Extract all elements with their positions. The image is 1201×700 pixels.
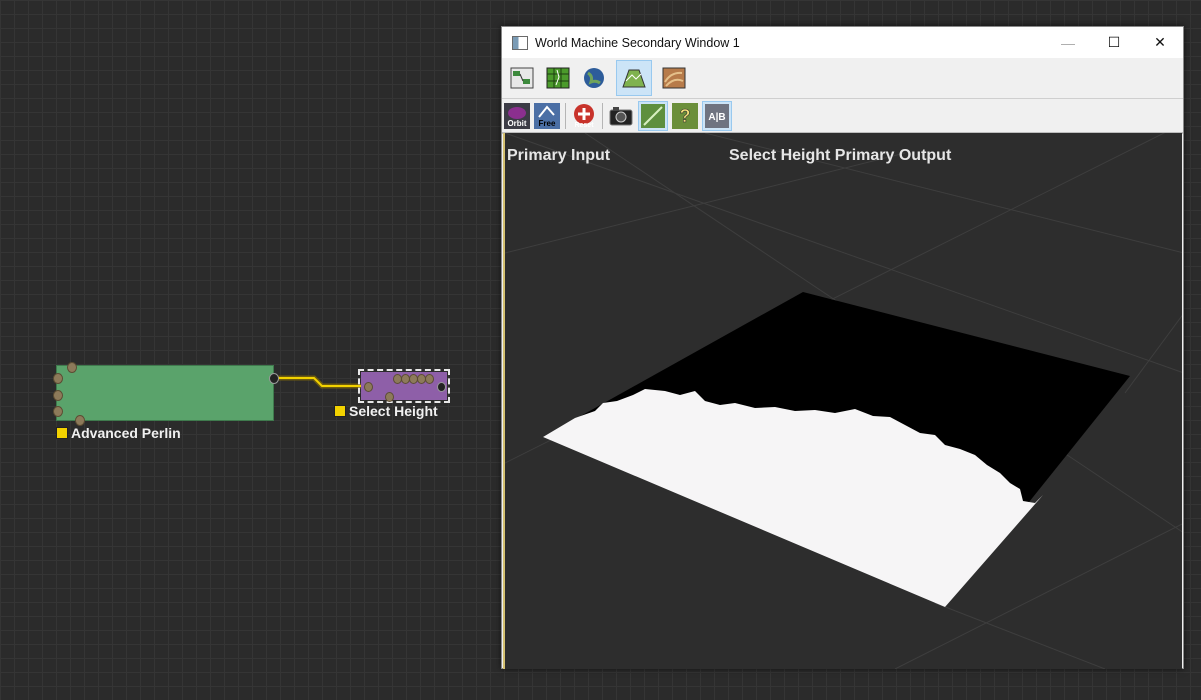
orbit-icon: Orbit	[504, 102, 530, 129]
texture-icon	[662, 67, 686, 89]
screenshot-button[interactable]	[608, 103, 634, 129]
ab-compare-icon: A|B	[705, 103, 729, 128]
output-port[interactable]	[437, 382, 446, 392]
output-label: Select Height Primary Output	[729, 147, 952, 164]
map-grid-button[interactable]	[544, 65, 572, 91]
layout-view-icon	[510, 67, 534, 89]
free-camera-icon: Free	[534, 102, 560, 129]
svg-text:Reset: Reset	[574, 122, 594, 129]
texture-view-button[interactable]	[660, 65, 688, 91]
globe-view-button[interactable]	[580, 65, 608, 91]
svg-text:A|B: A|B	[708, 112, 725, 123]
mask-port[interactable]	[385, 392, 394, 402]
node-name: Advanced Perlin	[71, 425, 181, 441]
wireframe-icon	[641, 103, 665, 128]
primary-input-label: Primary Input	[507, 147, 611, 164]
advanced-perlin-node[interactable]	[53, 362, 279, 426]
map-grid-icon	[546, 67, 570, 89]
node-status-icon	[56, 427, 68, 439]
3d-viewport[interactable]: Primary Input Select Height Primary Outp…	[503, 133, 1182, 669]
select-height-node[interactable]	[358, 369, 450, 403]
reset-camera-button[interactable]: Reset	[571, 103, 597, 129]
svg-text:Orbit: Orbit	[507, 119, 526, 128]
globe-icon	[584, 68, 604, 88]
window-title: World Machine Secondary Window 1	[535, 35, 740, 50]
toolbar-separator	[565, 102, 566, 129]
input-port[interactable]	[53, 406, 63, 417]
3d-view-button[interactable]	[616, 60, 652, 96]
node-status-icon	[334, 405, 346, 417]
app-icon	[512, 35, 528, 50]
title-bar[interactable]: World Machine Secondary Window 1 — ☐ ✕	[502, 27, 1183, 58]
param-port[interactable]	[67, 362, 77, 373]
svg-text:?: ?	[680, 106, 691, 126]
input-port[interactable]	[53, 390, 63, 401]
camera-toolbar: Orbit Free Reset ? A|B	[502, 99, 1183, 134]
free-camera-button[interactable]: Free	[534, 102, 560, 129]
close-button[interactable]: ✕	[1137, 27, 1183, 58]
output-port[interactable]	[269, 373, 279, 384]
help-icon: ?	[672, 102, 698, 129]
maximize-button[interactable]: ☐	[1091, 27, 1137, 58]
secondary-window[interactable]: World Machine Secondary Window 1 — ☐ ✕ O…	[501, 26, 1184, 669]
param-port[interactable]	[425, 374, 434, 384]
node-name: Select Height	[349, 403, 438, 419]
terrain-render	[505, 133, 1182, 669]
orbit-button[interactable]: Orbit	[504, 102, 530, 129]
input-port[interactable]	[364, 382, 373, 392]
help-button[interactable]: ?	[672, 102, 698, 129]
camera-icon	[609, 106, 633, 125]
wireframe-toggle[interactable]	[638, 100, 668, 131]
minimize-button[interactable]: —	[1045, 27, 1091, 58]
input-port[interactable]	[53, 373, 63, 384]
toolbar-separator	[602, 102, 603, 129]
view-mode-toolbar	[502, 58, 1183, 99]
3d-terrain-icon	[622, 69, 646, 88]
advanced-perlin-label: Advanced Perlin	[56, 425, 181, 441]
ab-compare-toggle[interactable]: A|B	[702, 100, 732, 131]
svg-text:Free: Free	[539, 119, 556, 128]
select-height-label: Select Height	[334, 403, 438, 419]
layout-view-button[interactable]	[508, 65, 536, 91]
reset-icon: Reset	[574, 103, 594, 129]
